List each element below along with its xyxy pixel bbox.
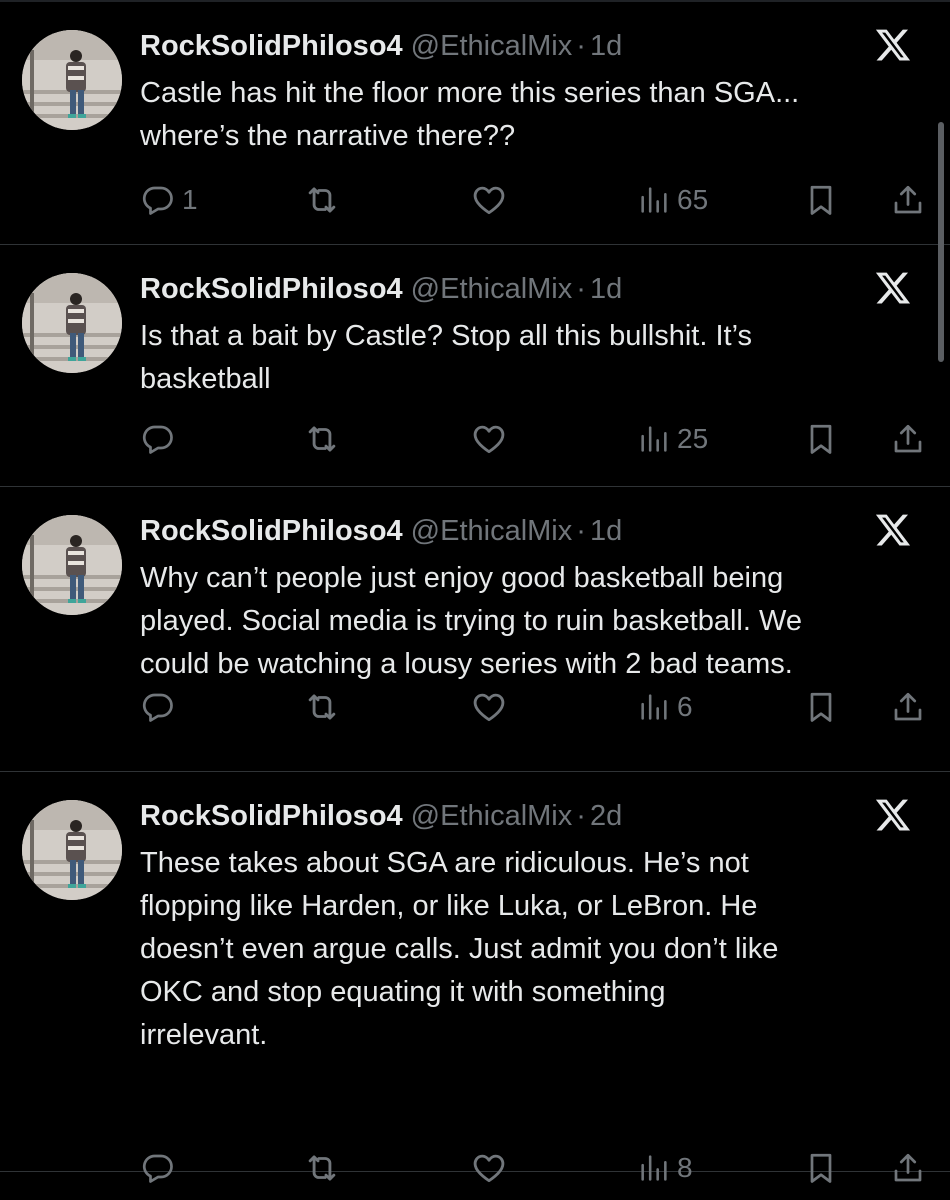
tweet-header: RockSolidPhiloso4 @EthicalMix · 1d [140,269,622,309]
like-icon [473,693,505,722]
views-count: 6 [677,691,693,722]
tweet-text: Castle has hit the floor more this serie… [140,77,800,152]
reply-button[interactable] [140,1146,182,1190]
user-handle[interactable]: @EthicalMix [411,515,573,547]
tweet[interactable]: RockSolidPhiloso4 @EthicalMix · 1d Is that … [0,245,950,487]
avatar-photo [22,800,122,900]
like-icon [473,1154,505,1183]
timestamp[interactable]: 1d [590,30,622,62]
views-icon [641,1155,667,1181]
user-handle[interactable]: @EthicalMix [411,273,573,305]
separator-dot: · [576,273,586,305]
action-bar: 25 [0,417,950,461]
like-button[interactable] [470,417,508,461]
like-button[interactable] [470,685,508,729]
tweet-header: RockSolidPhiloso4 @EthicalMix · 1d [140,26,622,66]
tweet-text: These takes about SGA are ridiculous. He… [140,847,779,1051]
share-button[interactable] [890,1146,926,1190]
reply-icon [142,425,173,454]
x-logo-icon [875,29,911,61]
share-icon [894,424,922,453]
repost-button[interactable] [303,1146,341,1190]
views-button[interactable]: 8 [637,1146,693,1190]
avatar[interactable] [22,515,122,615]
views-icon [641,426,667,452]
x-logo-icon [875,514,911,546]
display-name[interactable]: RockSolidPhiloso4 [140,273,403,305]
bookmark-button[interactable] [803,178,839,222]
bookmark-button[interactable] [803,685,839,729]
tweet[interactable]: RockSolidPhiloso4 @EthicalMix · 1d Castle h… [0,2,950,245]
separator-dot: · [576,30,586,62]
reply-icon [142,186,173,215]
reply-icon [142,1154,173,1183]
display-name[interactable]: RockSolidPhiloso4 [140,800,403,832]
reply-icon [142,693,173,722]
views-button[interactable]: 6 [637,685,693,729]
repost-icon [308,187,336,213]
reply-count: 1 [182,184,198,215]
display-name[interactable]: RockSolidPhiloso4 [140,30,403,62]
bookmark-icon [810,692,832,722]
views-icon [641,187,667,213]
like-button[interactable] [470,178,508,222]
separator-dot: · [576,800,586,832]
repost-icon [308,694,336,720]
like-icon [473,425,505,454]
views-count: 25 [677,423,709,454]
views-count: 65 [677,184,709,215]
reply-button[interactable]: 1 [140,178,198,222]
avatar-photo [22,515,122,615]
tweet-header: RockSolidPhiloso4 @EthicalMix · 2d [140,796,622,836]
bookmark-icon [810,424,832,454]
share-icon [894,185,922,214]
tweet-feed: RockSolidPhiloso4 @EthicalMix · 1d Castle h… [0,2,950,1183]
share-icon [894,1153,922,1182]
tweet[interactable]: RockSolidPhiloso4 @EthicalMix · 1d Why can’… [0,487,950,772]
repost-button[interactable] [303,178,341,222]
views-button[interactable]: 65 [637,178,708,222]
reply-button[interactable] [140,685,182,729]
share-icon [894,692,922,721]
display-name[interactable]: RockSolidPhiloso4 [140,515,403,547]
tweet-header: RockSolidPhiloso4 @EthicalMix · 1d [140,511,622,551]
tweet[interactable]: RockSolidPhiloso4 @EthicalMix · 2d These ta… [0,772,950,1183]
timestamp[interactable]: 1d [590,273,622,305]
action-bar: 1 65 [0,178,950,222]
avatar[interactable] [22,30,122,130]
avatar-photo [22,273,122,373]
like-button[interactable] [470,1146,508,1190]
views-icon [641,694,667,720]
tweet-text: Why can’t people just enjoy good basketb… [140,562,802,680]
timestamp[interactable]: 2d [590,800,622,832]
bookmark-button[interactable] [803,1146,839,1190]
separator-dot: · [576,515,586,547]
share-button[interactable] [890,417,926,461]
user-handle[interactable]: @EthicalMix [411,30,573,62]
tweet-text: Is that a bait by Castle? Stop all this … [140,320,753,395]
repost-icon [308,1155,336,1181]
repost-icon [308,426,336,452]
repost-button[interactable] [303,417,341,461]
share-button[interactable] [890,178,926,222]
scrollbar[interactable] [938,122,944,362]
repost-button[interactable] [303,685,341,729]
views-button[interactable]: 25 [637,417,708,461]
bookmark-button[interactable] [803,417,839,461]
avatar[interactable] [22,273,122,373]
share-button[interactable] [890,685,926,729]
timestamp[interactable]: 1d [590,515,622,547]
user-handle[interactable]: @EthicalMix [411,800,573,832]
avatar-photo [22,30,122,130]
x-logo-icon [875,272,911,304]
action-bar: 8 [0,1146,950,1190]
reply-button[interactable] [140,417,182,461]
action-bar: 6 [0,685,950,729]
bookmark-icon [810,1153,832,1183]
x-logo-icon [875,799,911,831]
like-icon [473,186,505,215]
avatar[interactable] [22,800,122,900]
bookmark-icon [810,185,832,215]
views-count: 8 [677,1152,693,1183]
